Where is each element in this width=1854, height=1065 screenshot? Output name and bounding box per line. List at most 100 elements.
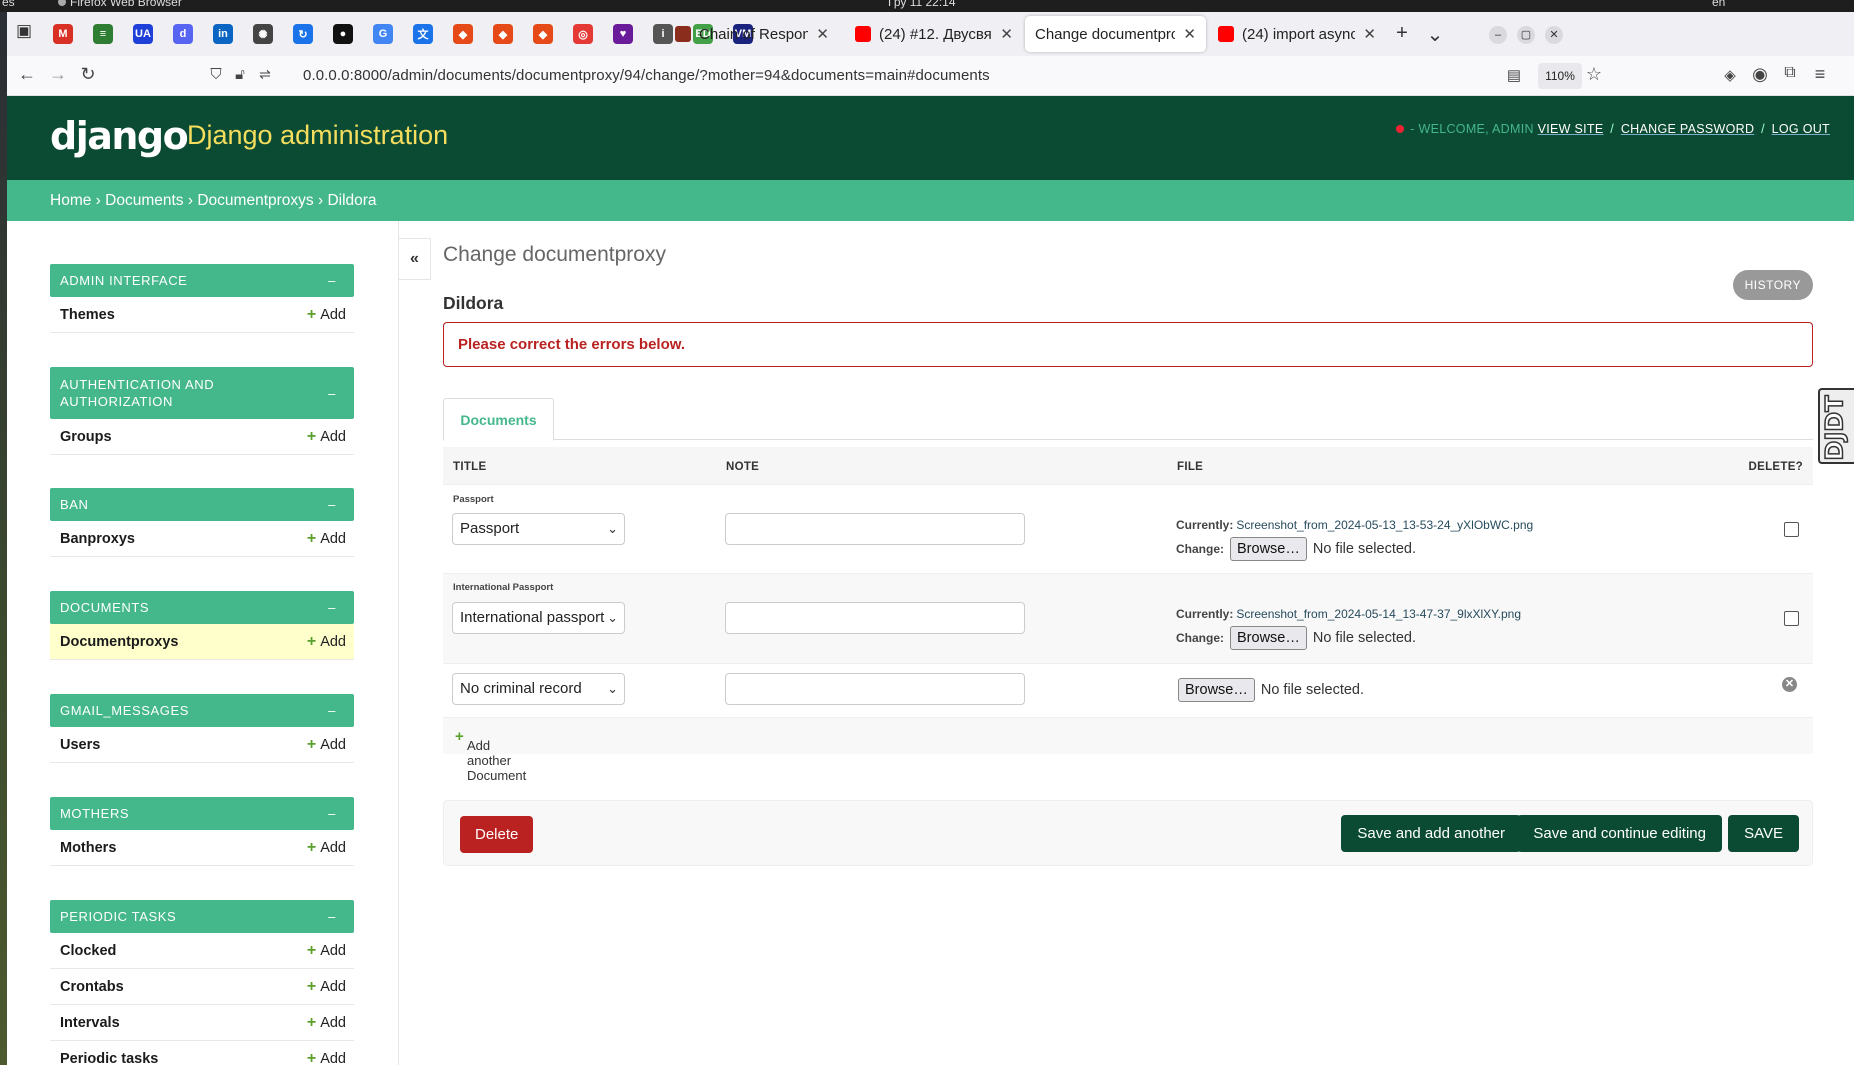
pinned-tab[interactable]: ♥ — [603, 12, 643, 56]
add-another-link[interactable]: + Add another Document — [455, 728, 526, 783]
current-file-link[interactable]: Screenshot_from_2024-05-13_13-53-24_yXlO… — [1236, 518, 1533, 532]
close-icon[interactable]: ✕ — [1183, 25, 1196, 43]
model-link[interactable]: Periodic tasks — [60, 1051, 158, 1065]
pinned-tab[interactable]: in — [203, 12, 243, 56]
view-site-link[interactable]: VIEW SITE — [1538, 122, 1604, 136]
model-link[interactable]: Intervals — [60, 1015, 120, 1031]
zoom-level[interactable]: 110% — [1538, 63, 1582, 89]
pinned-tab[interactable]: G — [363, 12, 403, 56]
tab-youtube-2[interactable]: (24) import asyncio: Lea ✕ — [1208, 16, 1386, 52]
note-input[interactable] — [725, 673, 1025, 705]
add-link[interactable]: + Add — [307, 736, 346, 754]
delete-button[interactable]: Delete — [460, 816, 534, 853]
back-icon[interactable]: ← — [15, 64, 39, 85]
sidebar-item-mothers[interactable]: Mothers + Add — [50, 830, 354, 866]
firefox-view-icon[interactable]: ▣ — [12, 21, 36, 41]
model-link[interactable]: Crontabs — [60, 979, 124, 995]
browse-button[interactable]: Browse… — [1178, 678, 1255, 702]
add-link[interactable]: + Add — [307, 978, 346, 996]
add-link[interactable]: + Add — [307, 1014, 346, 1032]
sidebar-item-clocked[interactable]: Clocked + Add — [50, 933, 354, 969]
pinned-tab[interactable]: M — [43, 12, 83, 56]
os-app-name[interactable]: Firefox Web Browser — [58, 0, 182, 8]
collapse-minus-icon[interactable]: – — [328, 806, 336, 821]
pinned-tab[interactable]: ≡ — [83, 12, 123, 56]
tab-documents[interactable]: Documents — [443, 398, 554, 441]
add-link[interactable]: + Add — [307, 530, 346, 548]
tab-change-documentproxy[interactable]: Change documentproxy | D ✕ — [1025, 16, 1206, 52]
breadcrumb-home[interactable]: Home — [50, 192, 91, 209]
save-button[interactable]: SAVE — [1728, 815, 1799, 852]
save-and-continue-button[interactable]: Save and continue editing — [1517, 815, 1722, 852]
sidebar-item-intervals[interactable]: Intervals + Add — [50, 1005, 354, 1041]
model-link[interactable]: Mothers — [60, 840, 116, 856]
pinned-tab[interactable]: ✺ — [243, 12, 283, 56]
sidebar-item-themes[interactable]: Themes + Add — [50, 297, 354, 333]
title-select[interactable]: Passport ⌄ — [452, 513, 625, 545]
collapse-minus-icon[interactable]: – — [328, 600, 336, 615]
module-caption[interactable]: PERIODIC TASKS – — [50, 900, 354, 933]
model-link[interactable]: Documentproxys — [60, 634, 178, 650]
module-caption[interactable]: GMAIL_MESSAGES – — [50, 694, 354, 727]
url-bar[interactable]: 0.0.0.0:8000/admin/documents/documentpro… — [303, 61, 990, 91]
note-input[interactable] — [725, 602, 1025, 634]
sidebar-item-banproxys[interactable]: Banproxys + Add — [50, 521, 354, 557]
add-link[interactable]: + Add — [307, 942, 346, 960]
module-caption[interactable]: DOCUMENTS – — [50, 591, 354, 624]
model-link[interactable]: Themes — [60, 307, 115, 323]
sidebar-item-periodic-tasks[interactable]: Periodic tasks + Add — [50, 1041, 354, 1065]
model-link[interactable]: Groups — [60, 429, 112, 445]
pinned-tab[interactable]: ◆ — [443, 12, 483, 56]
model-link[interactable]: Users — [60, 737, 100, 753]
sidebar-item-documentproxys[interactable]: Documentproxys + Add — [50, 624, 354, 660]
collapse-minus-icon[interactable]: – — [328, 497, 336, 512]
os-clock[interactable]: Гру 11 22:14 — [888, 0, 956, 8]
change-password-link[interactable]: CHANGE PASSWORD — [1621, 122, 1754, 136]
delete-checkbox[interactable] — [1784, 522, 1799, 537]
close-icon[interactable]: ✕ — [1363, 25, 1376, 43]
title-select[interactable]: International passport ⌄ — [452, 602, 625, 634]
delete-checkbox[interactable] — [1784, 611, 1799, 626]
collapse-minus-icon[interactable]: – — [328, 273, 336, 288]
sidebar-item-users[interactable]: Users + Add — [50, 727, 354, 763]
pinned-tab[interactable]: ◎ — [563, 12, 603, 56]
minimize-icon[interactable]: – — [1489, 26, 1507, 44]
new-tab-icon[interactable]: + — [1390, 22, 1414, 45]
sidebar-item-groups[interactable]: Groups + Add — [50, 419, 354, 455]
close-icon[interactable]: ✕ — [816, 25, 829, 43]
log-out-link[interactable]: LOG OUT — [1772, 122, 1830, 136]
extensions-icon[interactable]: ⧉ — [1778, 64, 1802, 82]
module-caption[interactable]: MOTHERS – — [50, 797, 354, 830]
pinned-tab[interactable]: UA — [123, 12, 163, 56]
close-icon[interactable]: ✕ — [1000, 25, 1013, 43]
insecure-lock-icon[interactable]: 🔓︎ — [228, 66, 252, 83]
pinned-tab[interactable]: d — [163, 12, 203, 56]
pinned-tab[interactable]: ◆ — [483, 12, 523, 56]
os-lang[interactable]: en — [1712, 0, 1725, 8]
add-link[interactable]: + Add — [307, 633, 346, 651]
module-caption[interactable]: BAN – — [50, 488, 354, 521]
note-input[interactable] — [725, 513, 1025, 545]
collapse-minus-icon[interactable]: – — [328, 703, 336, 718]
browse-button[interactable]: Browse… — [1230, 626, 1307, 650]
history-button[interactable]: HISTORY — [1732, 270, 1813, 300]
save-and-add-another-button[interactable]: Save and add another — [1341, 815, 1521, 852]
tab-youtube-1[interactable]: (24) #12. Двусвязный с ✕ — [845, 16, 1023, 52]
window-close-icon[interactable]: ✕ — [1545, 26, 1563, 44]
tab-chain-of-responsibility[interactable]: Chain of Responsibility ✕ — [665, 16, 839, 52]
current-file-link[interactable]: Screenshot_from_2024-05-14_13-47-37_9lxX… — [1236, 607, 1521, 621]
forward-icon[interactable]: → — [46, 64, 70, 85]
pinned-tab[interactable]: ↻ — [283, 12, 323, 56]
collapse-minus-icon[interactable]: – — [328, 909, 336, 924]
breadcrumb-documentproxys[interactable]: Documentproxys — [197, 192, 313, 209]
pinned-tab[interactable]: ● — [323, 12, 363, 56]
reader-view-icon[interactable]: ▤ — [1502, 66, 1526, 84]
add-link[interactable]: + Add — [307, 839, 346, 857]
menu-icon[interactable]: ≡ — [1808, 64, 1832, 85]
reload-icon[interactable]: ↻ — [76, 64, 100, 85]
pinned-tab[interactable]: ◆ — [523, 12, 563, 56]
debug-toolbar-handle[interactable]: DJDT — [1818, 388, 1854, 464]
remove-row-icon[interactable]: ✕ — [1782, 677, 1797, 692]
maximize-icon[interactable]: ▢ — [1517, 26, 1535, 44]
module-caption[interactable]: AUTHENTICATION AND AUTHORIZATION – — [50, 367, 354, 419]
